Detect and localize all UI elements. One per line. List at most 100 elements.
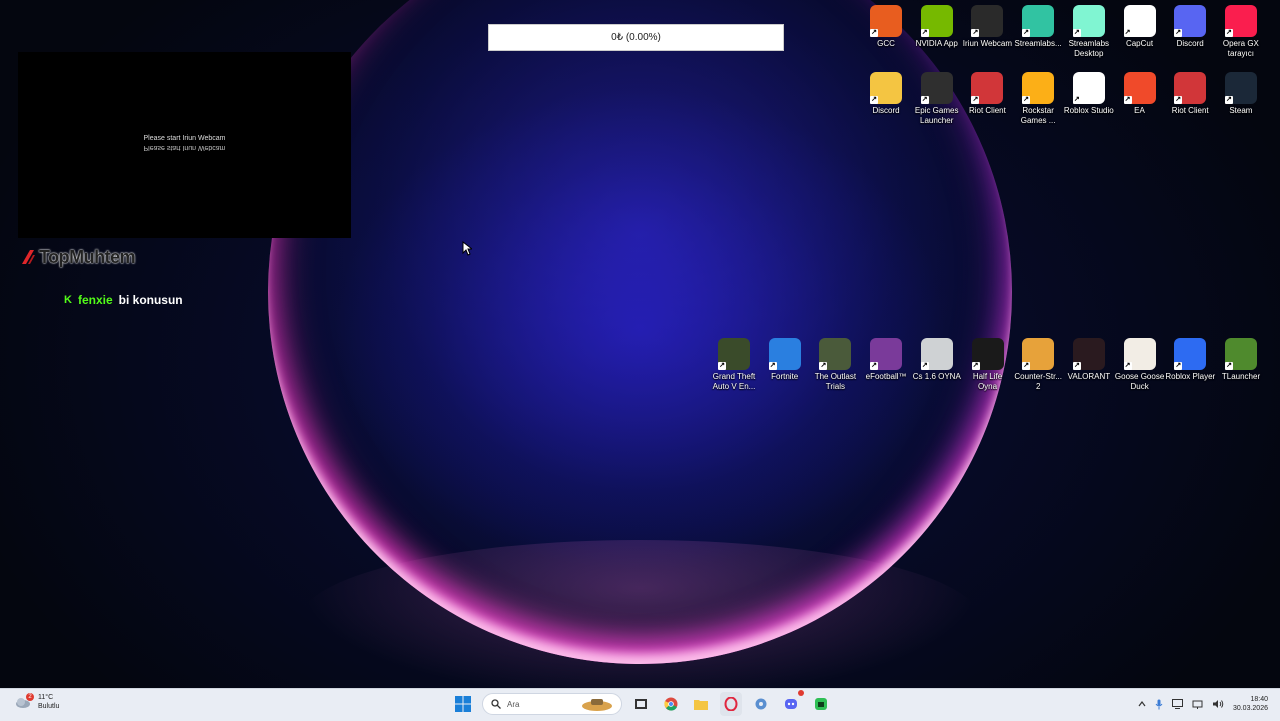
- taskbar-settings[interactable]: [750, 692, 772, 716]
- chat-text: bi konusun: [118, 293, 183, 307]
- desktop-icon[interactable]: ↗ Roblox Player: [1165, 338, 1215, 382]
- taskbar-discord[interactable]: [780, 690, 804, 716]
- desktop-icon[interactable]: ↗ The Outlast Trials: [810, 338, 860, 392]
- taskbar-folder[interactable]: [690, 692, 712, 716]
- network-icon[interactable]: [1192, 699, 1203, 709]
- valorant-icon: ↗: [1072, 338, 1105, 370]
- shortcut-arrow-icon: ↗: [1072, 96, 1081, 104]
- shortcut-arrow-icon: ↗: [1123, 362, 1132, 370]
- desktop-icon[interactable]: ↗ Rockstar Games ...: [1013, 72, 1063, 126]
- desktop-icon[interactable]: ↗ Roblox Studio: [1064, 72, 1114, 116]
- desktop-icon[interactable]: ↗ Riot Client: [1165, 72, 1215, 116]
- shortcut-arrow-icon: ↗: [1224, 29, 1233, 37]
- capcut-icon: ↗: [1123, 5, 1156, 37]
- desktop-icon[interactable]: ↗ Opera GX tarayıcı: [1216, 5, 1266, 59]
- half-life-icon: ↗: [971, 338, 1004, 370]
- tlauncher-icon: ↗: [1225, 338, 1257, 370]
- desktop-icon-label: Riot Client: [1171, 106, 1209, 115]
- iriun-webcam-icon: ↗: [971, 5, 1004, 37]
- opera-gx-icon: ↗: [1224, 5, 1257, 37]
- weather-widget[interactable]: 2 11°C Bulutlu: [14, 693, 59, 711]
- desktop-icon[interactable]: ↗ Riot Client: [962, 72, 1012, 116]
- desktop-icon[interactable]: ↗ GCC: [861, 5, 911, 49]
- shortcut-arrow-icon: ↗: [1123, 29, 1132, 37]
- shortcut-arrow-icon: ↗: [1174, 96, 1183, 104]
- desktop-icon[interactable]: ↗ eFootball™: [861, 338, 911, 382]
- desktop-icon[interactable]: ↗ CapCut: [1115, 5, 1165, 49]
- taskbar-file-explorer[interactable]: [630, 692, 652, 716]
- microphone-icon[interactable]: [1155, 699, 1163, 710]
- shortcut-arrow-icon: ↗: [1224, 96, 1233, 104]
- desktop-icon-label: Counter-Str... 2: [1014, 372, 1062, 391]
- desktop-icon[interactable]: ↗ Counter-Str... 2: [1013, 338, 1063, 392]
- chrome-icon: [664, 697, 678, 711]
- desktop-icon[interactable]: ↗ Iriun Webcam: [962, 5, 1012, 49]
- discord-icon: ↗: [1174, 5, 1207, 37]
- shortcut-arrow-icon: ↗: [1022, 29, 1031, 37]
- desktop-icon-label: CapCut: [1125, 39, 1154, 48]
- taskbar-clock[interactable]: 18:40 30.03.2026: [1233, 695, 1268, 713]
- desktop-icon[interactable]: ↗ Epic Games Launcher: [912, 72, 962, 126]
- clock-date: 30.03.2026: [1232, 705, 1268, 712]
- chevron-up-icon[interactable]: [1138, 701, 1146, 707]
- desktop-icon[interactable]: ↗ Discord: [1165, 5, 1215, 49]
- brand-logo-icon: [22, 250, 35, 264]
- riot-client-icon: ↗: [971, 72, 1004, 104]
- desktop-icon-label: Steam: [1229, 106, 1253, 115]
- roblox-studio-icon: ↗: [1072, 72, 1105, 104]
- desktop-icon-label: Roblox Player: [1165, 372, 1216, 381]
- windows-start-icon: [455, 696, 471, 712]
- volume-icon[interactable]: [1212, 699, 1224, 709]
- desktop-icon-label: eFootball™: [865, 372, 907, 381]
- desktop-icon[interactable]: ↗ Goose Goose Duck: [1115, 338, 1165, 392]
- nvidia-icon: ↗: [920, 5, 953, 37]
- mouse-cursor-icon: [462, 241, 472, 256]
- cloud-icon: 2: [14, 693, 34, 709]
- desktop-icon-label: Opera GX tarayıcı: [1222, 39, 1259, 58]
- desktop-icon-label: Epic Games Launcher: [914, 106, 959, 125]
- desktop-icon[interactable]: ↗ Half Life Oyna: [963, 338, 1013, 392]
- taskbar-search[interactable]: Ara: [482, 693, 622, 715]
- desktop-icon[interactable]: ↗ NVIDIA App: [912, 5, 962, 49]
- desktop-icon[interactable]: ↗ Cs 1.6 OYNA: [912, 338, 962, 382]
- chat-message: K fenxie bi konusun: [64, 293, 183, 307]
- desktop-icon-label: Roblox Studio: [1063, 106, 1114, 115]
- shortcut-arrow-icon: ↗: [920, 29, 929, 37]
- shortcut-arrow-icon: ↗: [718, 362, 726, 370]
- desktop-background: 0₺ (0.00%) Please start Iriun Webcam Ple…: [0, 0, 1280, 688]
- desktop-icon[interactable]: ↗ Steam: [1216, 72, 1266, 116]
- taskbar-green-app[interactable]: [810, 692, 832, 716]
- desktop-icon[interactable]: ↗ Grand Theft Auto V En...: [709, 338, 759, 392]
- desktop-icon[interactable]: ↗ VALORANT: [1064, 338, 1114, 382]
- desktop-icon-label: Half Life Oyna: [972, 372, 1003, 391]
- desktop-icon[interactable]: ↗ Fortnite: [760, 338, 810, 382]
- desktop-icon-label: The Outlast Trials: [814, 372, 857, 391]
- desktop-icon[interactable]: ↗ TLauncher: [1216, 338, 1266, 382]
- weather-condition: Bulutlu: [38, 703, 60, 710]
- shortcut-arrow-icon: ↗: [870, 96, 878, 104]
- display-icon[interactable]: [1171, 699, 1183, 709]
- shortcut-arrow-icon: ↗: [768, 362, 777, 370]
- desktop-icon[interactable]: ↗ Streamlabs...: [1013, 5, 1063, 49]
- desktop-icon[interactable]: ↗ EA: [1115, 72, 1165, 116]
- discord-notification-badge: [798, 690, 804, 696]
- shortcut-arrow-icon: ↗: [1174, 362, 1183, 370]
- chat-username: fenxie: [77, 293, 113, 307]
- desktop-icon-label: Discord: [872, 106, 900, 115]
- goose-goose-duck-icon: ↗: [1123, 338, 1156, 370]
- donation-progress-text: 0₺ (0.00%): [611, 32, 661, 43]
- desktop-icon-label: VALORANT: [1067, 372, 1111, 381]
- shortcut-arrow-icon: ↗: [920, 362, 929, 370]
- webcam-message: Please start Iriun Webcam Please start I…: [18, 134, 351, 152]
- start-button[interactable]: [452, 692, 474, 716]
- desktop-icon[interactable]: ↗ Streamlabs Desktop: [1064, 5, 1114, 59]
- webcam-message-reflection: Please start Iriun Webcam: [143, 144, 226, 151]
- taskbar-opera-gx[interactable]: [720, 692, 742, 716]
- desktop-icon[interactable]: ↗ Discord: [861, 72, 911, 116]
- roblox-player-icon: ↗: [1174, 338, 1207, 370]
- desktop-icon-label: Grand Theft Auto V En...: [712, 372, 756, 391]
- desktop-icon-label: Riot Client: [968, 106, 1006, 115]
- taskbar-chrome[interactable]: [660, 692, 682, 716]
- settings-icon: [755, 698, 767, 710]
- desktop-icon-label: Fortnite: [771, 372, 799, 381]
